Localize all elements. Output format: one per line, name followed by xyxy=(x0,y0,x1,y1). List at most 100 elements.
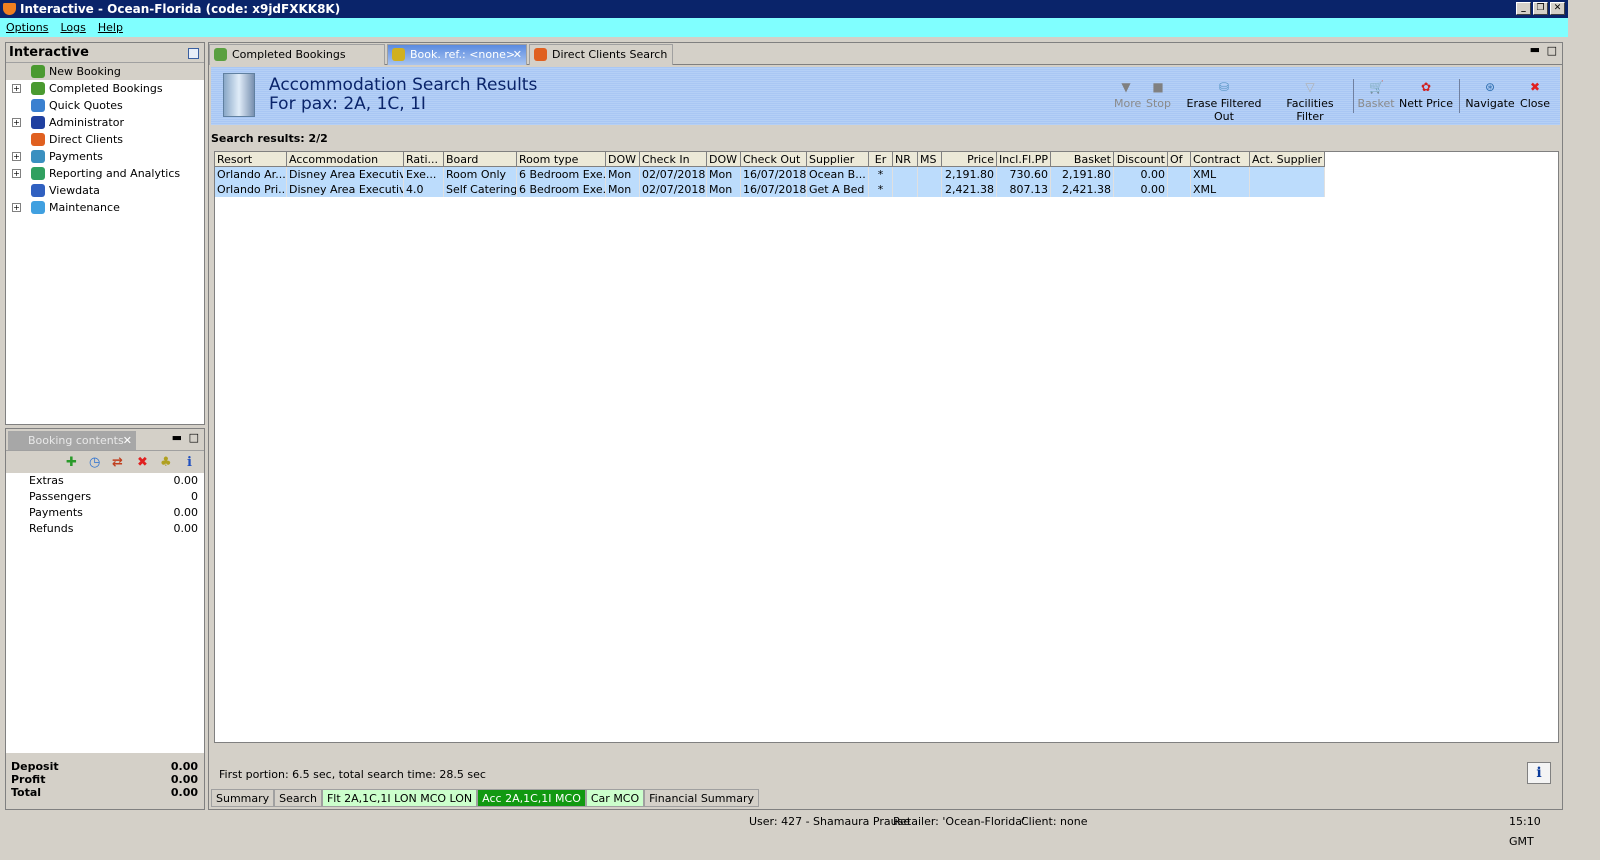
table-row[interactable]: Orlando Ar... Disney Area Executiv... Exe.… xyxy=(215,167,1558,182)
column-header[interactable]: Discount xyxy=(1114,152,1168,167)
nav-item-direct-clients[interactable]: Direct Clients xyxy=(6,131,204,148)
table-cell: * xyxy=(869,182,893,197)
transfer-icon[interactable]: ⇄ xyxy=(112,455,123,470)
tab-completed-bookings-search[interactable]: Completed Bookings Search xyxy=(209,44,385,81)
expand-icon[interactable]: + xyxy=(12,169,21,178)
erase-filtered-out-icon: ⛁ xyxy=(1218,80,1230,94)
totals: Deposit 0.00 Profit 0.00 Total 0.00 xyxy=(6,753,204,809)
minimize-icon[interactable]: ▬ xyxy=(172,431,182,444)
row-label: Extras xyxy=(29,474,64,487)
tab-label: Booking contents xyxy=(28,434,124,447)
toolbar-nett-price-button[interactable]: ✿ Nett Price xyxy=(1399,81,1453,121)
bottom-tab-1[interactable]: Search xyxy=(274,789,322,807)
menu-options[interactable]: Options xyxy=(6,21,48,34)
expand-icon[interactable]: + xyxy=(12,203,21,212)
bottom-tab-3[interactable]: Acc 2A,1C,1I MCO xyxy=(477,789,586,807)
toolbar-label: More xyxy=(1114,97,1142,110)
nav-item-reporting-and-analytics[interactable]: + Reporting and Analytics xyxy=(6,165,204,182)
column-header[interactable]: Accommodation xyxy=(287,152,404,167)
table-cell: 16/07/2018 xyxy=(741,182,807,197)
collapse-button[interactable] xyxy=(188,48,199,59)
column-header[interactable]: Act. Supplier xyxy=(1250,152,1325,167)
toolbar-navigate-button[interactable]: ⊛ Navigate xyxy=(1465,81,1515,121)
nav-item-icon xyxy=(31,65,45,78)
table-cell: 4.0 xyxy=(404,182,444,197)
column-header[interactable]: Basket xyxy=(1051,152,1114,167)
column-header[interactable]: Incl.Fl.PP xyxy=(997,152,1051,167)
column-header[interactable]: Board xyxy=(444,152,517,167)
nav-item-label: New Booking xyxy=(49,65,121,78)
toolbar-basket-button[interactable]: 🛒 Basket xyxy=(1356,81,1396,121)
tab-booking[interactable]: Book. ref.: <none> ✕ xyxy=(387,44,527,65)
nav-item-quick-quotes[interactable]: Quick Quotes xyxy=(6,97,204,114)
delete-icon[interactable]: ✖ xyxy=(137,455,148,470)
column-header[interactable]: Rati... xyxy=(404,152,444,167)
toolbar-close-button[interactable]: ✖ Close xyxy=(1517,81,1553,121)
maximize-icon[interactable]: □ xyxy=(189,431,199,444)
close-icon[interactable]: ✕ xyxy=(123,431,132,450)
bottom-tab-4[interactable]: Car MCO xyxy=(585,789,645,807)
toolbar-facilities-filter-button[interactable]: ▽ Facilities Filter xyxy=(1275,81,1345,124)
menu-logs[interactable]: Logs xyxy=(60,21,85,34)
row-label: Refunds xyxy=(29,522,74,535)
close-tab-icon[interactable]: ✕ xyxy=(513,45,522,65)
palm-icon[interactable]: ♣ xyxy=(160,455,172,470)
column-header[interactable]: MS xyxy=(918,152,942,167)
bottom-tab-5[interactable]: Financial Summary xyxy=(644,789,759,807)
tab-direct-clients-search[interactable]: Direct Clients Search xyxy=(529,44,673,65)
column-header[interactable]: Er xyxy=(869,152,893,167)
table-cell: * xyxy=(869,167,893,182)
table-cell: Disney Area Executiv... xyxy=(287,167,404,182)
restore-button[interactable]: ❐ xyxy=(1533,2,1548,15)
row-value: 0.00 xyxy=(173,522,199,535)
info-button[interactable]: i xyxy=(1527,762,1551,784)
column-header[interactable]: Of xyxy=(1168,152,1191,167)
column-header[interactable]: Resort xyxy=(215,152,287,167)
minimize-icon[interactable]: ▬ xyxy=(1530,43,1540,56)
table-cell xyxy=(918,167,942,182)
column-header[interactable]: Check In xyxy=(640,152,707,167)
nav-item-payments[interactable]: + Payments xyxy=(6,148,204,165)
column-header[interactable]: Check Out xyxy=(741,152,807,167)
booking-toolbar: ✚ ◷ ⇄ ✖ ♣ i xyxy=(6,451,204,473)
expand-icon[interactable]: + xyxy=(12,152,21,161)
info-icon[interactable]: i xyxy=(187,455,192,470)
column-header[interactable]: DOW xyxy=(707,152,741,167)
table-cell xyxy=(1250,167,1325,182)
clock-icon[interactable]: ◷ xyxy=(89,455,100,470)
nav-item-new-booking[interactable]: New Booking xyxy=(6,63,204,80)
table-row[interactable]: Orlando Pri... Disney Area Executiv... 4.0… xyxy=(215,182,1558,197)
window-close-button[interactable]: ✕ xyxy=(1550,2,1565,15)
menu-help[interactable]: Help xyxy=(98,21,123,34)
nav-item-viewdata[interactable]: Viewdata xyxy=(6,182,204,199)
column-header[interactable]: DOW xyxy=(606,152,640,167)
bottom-tab-2[interactable]: Flt 2A,1C,1I LON MCO LON xyxy=(321,789,478,807)
nav-item-completed-bookings[interactable]: + Completed Bookings xyxy=(6,80,204,97)
minimize-button[interactable]: _ xyxy=(1516,2,1531,15)
nav-item-icon xyxy=(31,99,45,112)
tab-bar: Completed Bookings Search Book. ref.: <n… xyxy=(209,43,1562,81)
column-header[interactable]: Price xyxy=(942,152,997,167)
maximize-icon[interactable]: □ xyxy=(1547,44,1557,57)
toolbar-label: Close xyxy=(1520,97,1550,110)
booking-contents-tab[interactable]: Booking contents ✕ xyxy=(8,431,136,450)
toolbar-stop-button[interactable]: ■ Stop xyxy=(1146,81,1171,121)
toolbar-label: Facilities Filter xyxy=(1286,97,1334,123)
expand-icon[interactable]: + xyxy=(12,84,21,93)
table-cell: Self Catering xyxy=(444,182,517,197)
add-icon[interactable]: ✚ xyxy=(66,455,77,470)
total-label: Profit xyxy=(11,773,46,786)
toolbar-more-button[interactable]: ▼ More xyxy=(1114,81,1142,121)
toolbar-erase-filtered-out-button[interactable]: ⛁ Erase Filtered Out xyxy=(1179,80,1269,124)
expand-icon[interactable]: + xyxy=(12,118,21,127)
column-header[interactable]: NR xyxy=(893,152,918,167)
column-header[interactable]: Room type xyxy=(517,152,606,167)
bottom-tab-0[interactable]: Summary xyxy=(211,789,275,807)
nav-item-administrator[interactable]: + Administrator xyxy=(6,114,204,131)
nav-item-maintenance[interactable]: + Maintenance xyxy=(6,199,204,216)
row-value: 0 xyxy=(191,490,198,503)
total-value: 0.00 xyxy=(170,760,198,773)
column-header[interactable]: Contract xyxy=(1191,152,1250,167)
title-bar: Interactive - Ocean-Florida (code: x9jdF… xyxy=(0,0,1568,18)
column-header[interactable]: Supplier xyxy=(807,152,869,167)
